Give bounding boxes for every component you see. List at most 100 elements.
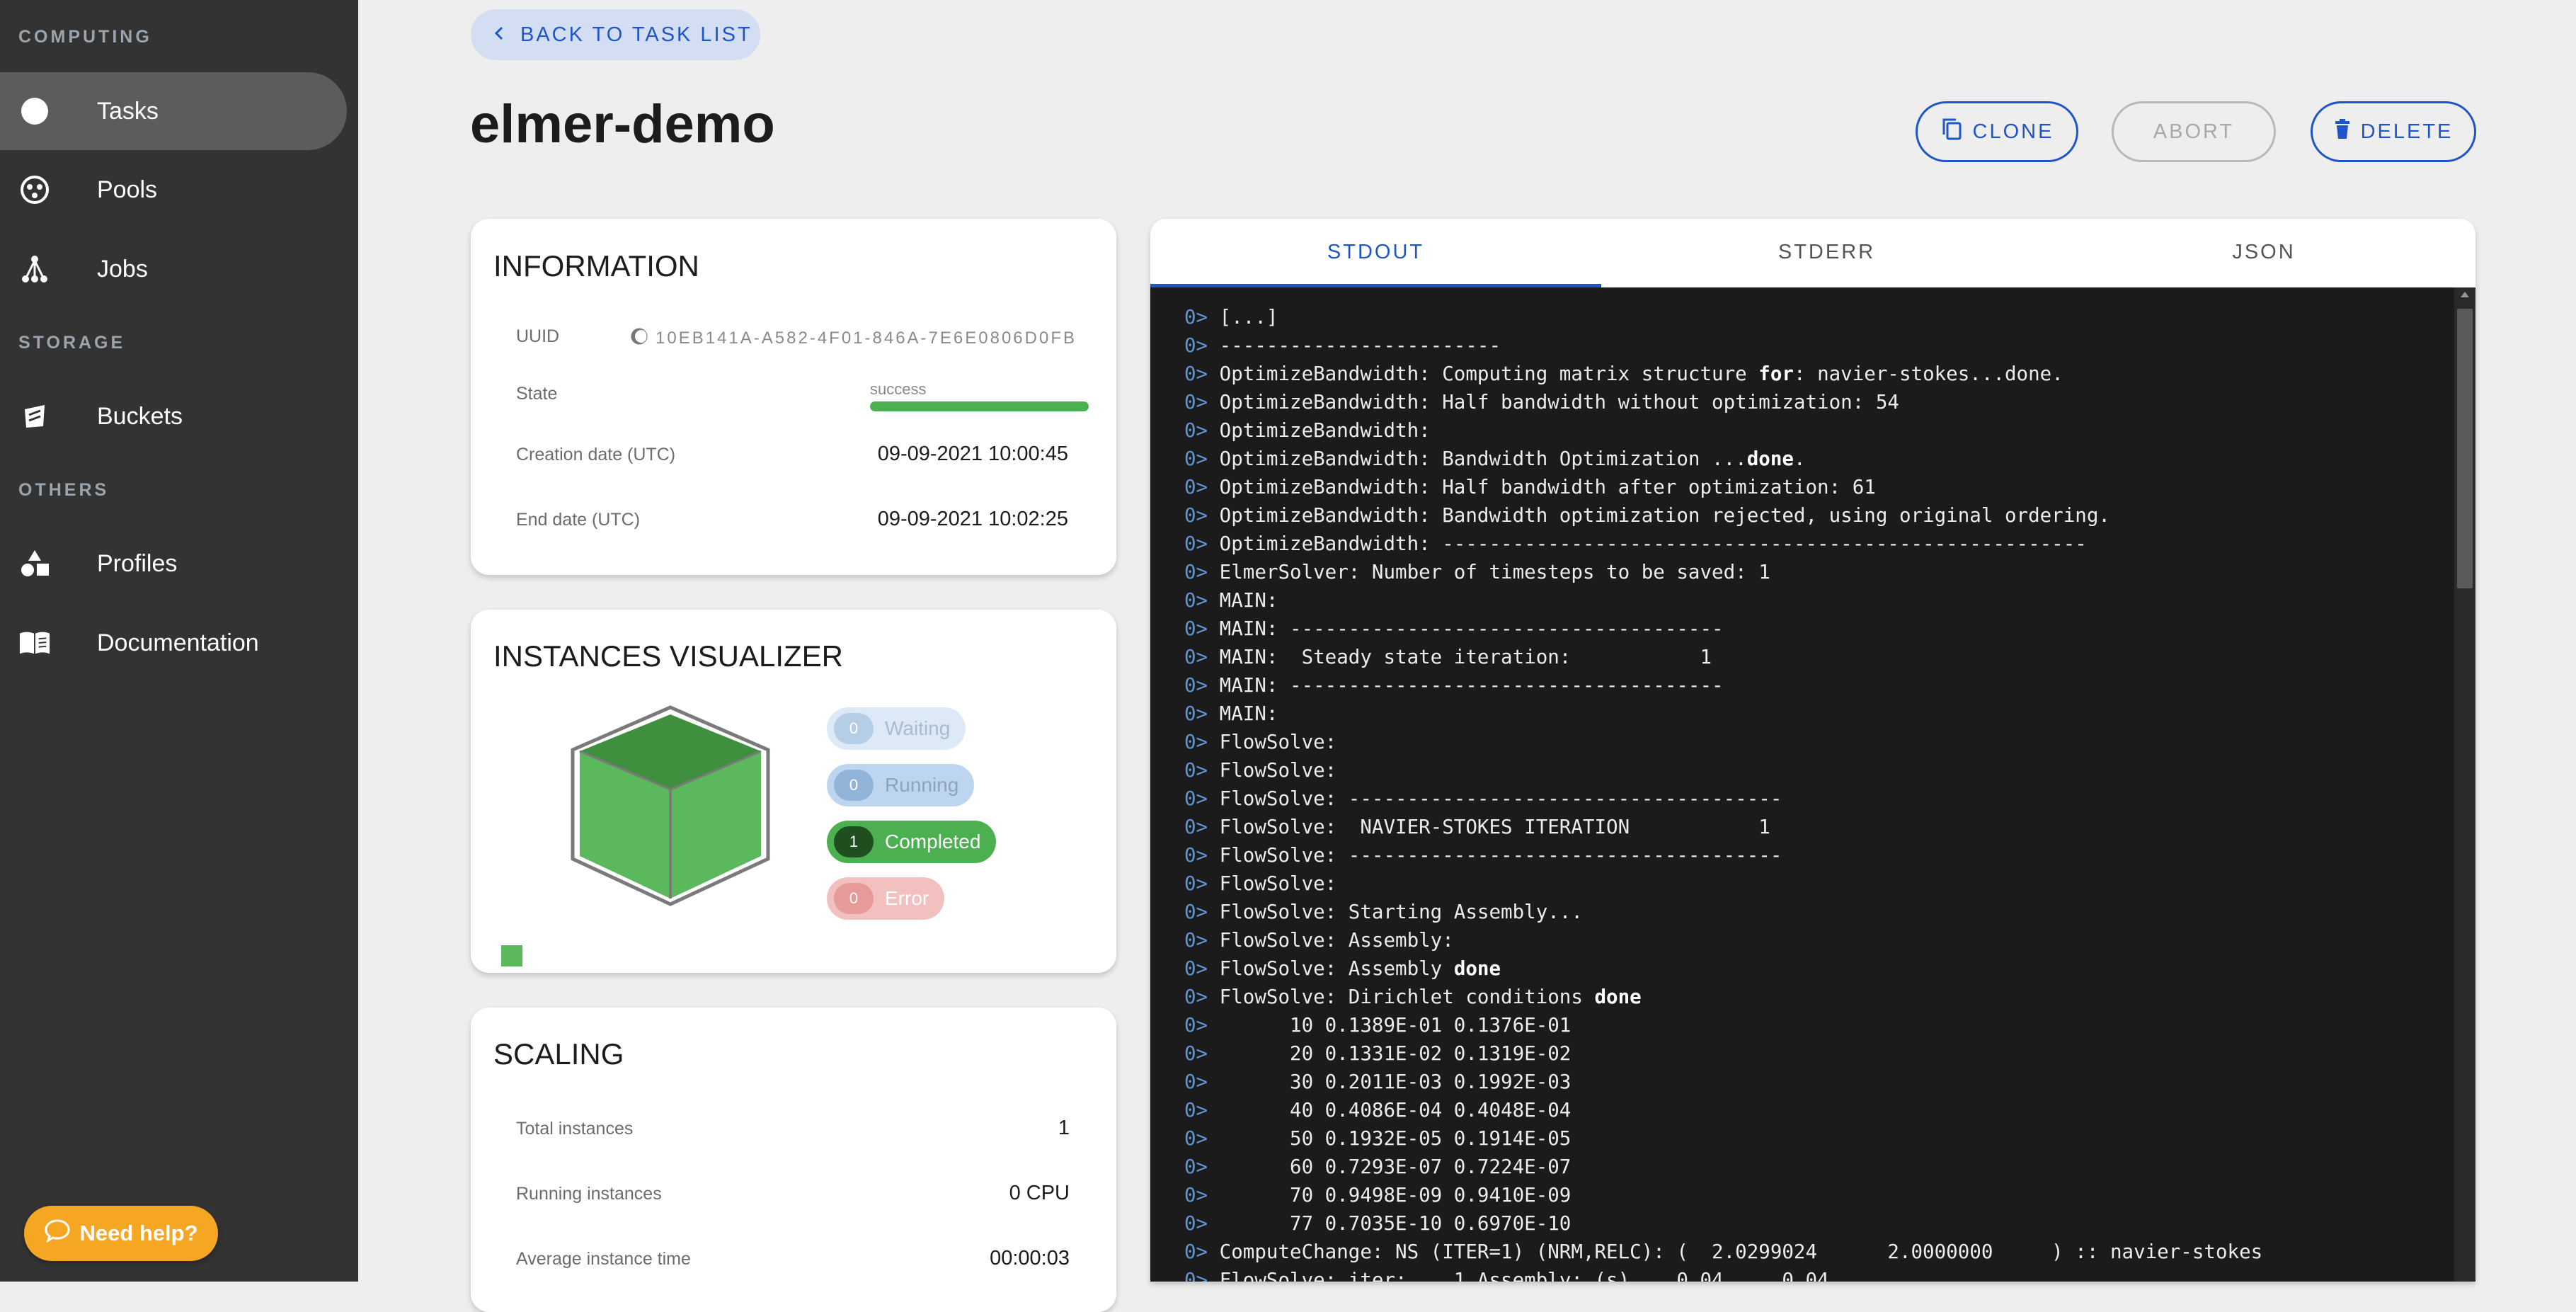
terminal-scrollbar[interactable] (2454, 287, 2475, 1282)
stdout-terminal[interactable]: 0> [...] 0> ------------------------ 0> Op… (1150, 287, 2475, 1282)
end-date-label: End date (UTC) (516, 510, 641, 530)
scroll-up-arrow-icon[interactable] (2461, 292, 2469, 297)
legend-running[interactable]: 0 Running (827, 764, 975, 806)
log-line-prefix: 0> (1184, 929, 1220, 952)
waiting-count: 0 (834, 713, 874, 744)
log-output: 0> [...] 0> ------------------------ 0> Op… (1184, 303, 2262, 1282)
trash-icon (2334, 118, 2351, 145)
log-line-prefix: 0> (1184, 674, 1220, 697)
sidebar-item-pools[interactable]: Pools (0, 151, 347, 229)
state-progress-bar (870, 401, 1089, 411)
log-line-prefix: 0> (1184, 447, 1220, 470)
total-instances-label: Total instances (516, 1119, 634, 1139)
sidebar-item-label: Buckets (97, 402, 183, 430)
log-line-prefix: 0> (1184, 532, 1220, 555)
output-panel: STDOUT STDERR JSON 0> [...] 0> ----------… (1150, 219, 2475, 1282)
profiles-icon (18, 547, 51, 580)
tasks-icon (18, 95, 51, 127)
log-line-prefix: 0> (1184, 476, 1220, 498)
log-line: 0> 10 0.1389E-01 0.1376E-01 (1184, 1014, 1572, 1037)
tab-json[interactable]: JSON (2052, 219, 2475, 286)
log-line: 0> 30 0.2011E-03 0.1992E-03 (1184, 1071, 1572, 1093)
log-line: 0> 20 0.1331E-02 0.1319E-02 (1184, 1042, 1572, 1065)
sidebar-item-jobs[interactable]: Jobs (0, 230, 347, 308)
total-instances-value: 1 (1058, 1117, 1070, 1139)
log-line-prefix: 0> (1184, 589, 1220, 612)
need-help-label: Need help? (79, 1221, 198, 1245)
scrollbar-thumb[interactable] (2457, 309, 2473, 588)
log-line: 0> ------------------------ (1184, 334, 1501, 357)
legend-waiting[interactable]: 0 Waiting (827, 707, 966, 750)
sidebar-item-tasks[interactable]: Tasks (0, 72, 347, 150)
clone-button[interactable]: CLONE (1916, 101, 2078, 162)
log-line-prefix: 0> (1184, 759, 1220, 782)
log-line: 0> OptimizeBandwidth: Computing matrix s… (1184, 363, 2063, 385)
sidebar-item-profiles[interactable]: Profiles (0, 525, 347, 603)
state-label: State (516, 384, 558, 404)
back-to-task-list-button[interactable]: BACK TO TASK LIST (471, 9, 760, 60)
end-date-value: 09-09-2021 10:02:25 (877, 508, 1068, 530)
log-line-prefix: 0> (1184, 957, 1220, 980)
log-line: 0> MAIN: Steady state iteration: 1 (1184, 646, 1712, 668)
uuid-value: 10EB141A-A582-4F01-846A-7E6E0806D0FB (656, 328, 1077, 348)
section-title-others: OTHERS (18, 480, 110, 500)
log-line: 0> FlowSolve: Starting Assembly... (1184, 901, 1583, 923)
log-line-prefix: 0> (1184, 561, 1220, 583)
log-line-prefix: 0> (1184, 844, 1220, 867)
log-line-prefix: 0> (1184, 872, 1220, 895)
back-label: BACK TO TASK LIST (520, 23, 752, 46)
sidebar-item-label: Jobs (97, 255, 148, 283)
running-instances-value: 0 CPU (1009, 1182, 1070, 1204)
sidebar-item-buckets[interactable]: Buckets (0, 377, 347, 455)
delete-label: DELETE (2360, 120, 2454, 143)
log-line-prefix: 0> (1184, 646, 1220, 668)
log-line: 0> FlowSolve: (1184, 759, 1337, 782)
log-line-prefix: 0> (1184, 731, 1220, 753)
log-line-prefix: 0> (1184, 617, 1220, 640)
legend-completed[interactable]: 1 Completed (827, 821, 997, 863)
completed-label: Completed (885, 831, 981, 852)
running-instances-label: Running instances (516, 1184, 662, 1204)
log-line-prefix: 0> (1184, 816, 1220, 838)
tab-stdout[interactable]: STDOUT (1150, 219, 1601, 286)
copy-uuid-icon[interactable] (630, 327, 648, 349)
sidebar-item-label: Profiles (97, 549, 178, 577)
documentation-icon (18, 627, 51, 659)
sidebar-item-label: Tasks (97, 97, 159, 125)
delete-button[interactable]: DELETE (2311, 101, 2476, 162)
page-title: elmer-demo (470, 94, 775, 154)
sidebar-item-documentation[interactable]: Documentation (0, 604, 347, 682)
section-title-computing: COMPUTING (18, 27, 152, 47)
running-count: 0 (834, 770, 874, 801)
pools-icon (18, 173, 51, 206)
average-instance-time-value: 00:00:03 (990, 1247, 1070, 1270)
log-line-prefix: 0> (1184, 1212, 1220, 1235)
log-line: 0> FlowSolve: --------------------------… (1184, 787, 1782, 810)
log-line-prefix: 0> (1184, 419, 1220, 442)
log-line: 0> FlowSolve: Dirichlet conditions done (1184, 986, 1642, 1008)
log-line: 0> [...] (1184, 306, 1278, 329)
state-value: success (870, 380, 927, 398)
log-line: 0> OptimizeBandwidth: ------------------… (1184, 532, 2087, 555)
log-line: 0> MAIN: (1184, 702, 1278, 725)
log-line: 0> 50 0.1932E-05 0.1914E-05 (1184, 1127, 1572, 1150)
log-line: 0> FlowSolve: NAVIER-STOKES ITERATION 1 (1184, 816, 1770, 838)
log-line-prefix: 0> (1184, 702, 1220, 725)
scaling-card: SCALING Total instances 1 Running instan… (471, 1008, 1116, 1312)
legend-error[interactable]: 0 Error (827, 877, 945, 920)
log-line-prefix: 0> (1184, 1042, 1220, 1065)
log-line: 0> FlowSolve: Assembly done (1184, 957, 1501, 980)
sidebar-item-label: Pools (97, 176, 158, 203)
visualizer-title: INSTANCES VISUALIZER (493, 639, 843, 673)
error-count: 0 (834, 883, 874, 914)
tab-stderr[interactable]: STDERR (1601, 219, 2052, 286)
instance-hexagon[interactable] (557, 702, 784, 914)
completed-count: 1 (834, 826, 874, 857)
instance-square[interactable] (501, 945, 522, 966)
jobs-icon (18, 253, 51, 285)
chat-bubble-icon (44, 1219, 71, 1248)
log-line-prefix: 0> (1184, 1240, 1220, 1263)
need-help-button[interactable]: Need help? (24, 1206, 218, 1261)
information-title: INFORMATION (493, 249, 699, 283)
abort-button[interactable]: ABORT (2112, 101, 2276, 162)
